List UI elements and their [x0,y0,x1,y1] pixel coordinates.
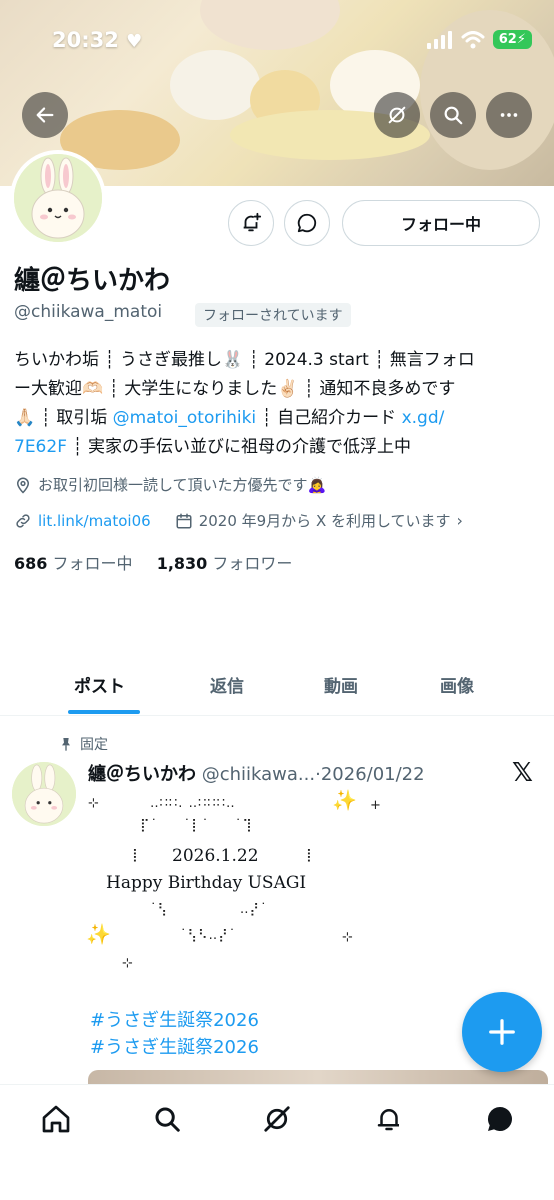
wifi-icon [461,30,485,48]
avatar-image [14,154,102,242]
status-bar: 20:32 ♥ 62⚡ [0,0,554,86]
more-button[interactable] [486,92,532,138]
nav-home[interactable] [38,1101,74,1137]
post-hashtag[interactable]: #うさぎ生誕祭2026 [90,1033,259,1059]
battery-icon: 62⚡ [492,30,532,49]
compose-button[interactable] [462,992,542,1072]
bio-url-link-cont[interactable]: 7E62F [14,437,67,457]
ascii-art-line: ˙⢣ ‥⡜˙ [150,902,268,917]
signal-icon [426,30,452,49]
ascii-art-line: ⡏˙ ˙⡇˙ ˙⢹ [140,818,253,833]
ascii-art-line: ⡇ [132,848,143,863]
search-button[interactable] [430,92,476,138]
sparkle-icon: + [370,798,382,813]
post-hashtag[interactable]: #うさぎ生誕祭2026 [90,1006,259,1032]
sparkle-icon: ⊹ [342,930,354,945]
profile-bio: ちいかわ垢 ┊ うさぎ最推し🐰 ┊ 2024.3 start ┊ 無言フォロ ー… [14,346,544,462]
nav-grok[interactable] [259,1101,295,1137]
post-bday-date: 2026.1.22 [172,846,259,866]
home-icon [42,1105,70,1133]
grok-icon [388,106,406,124]
bio-line: ちいかわ垢 ┊ うさぎ最推し🐰 ┊ 2024.3 start ┊ 無言フォロ [14,350,475,370]
post-date[interactable]: 2026/01/22 [321,764,425,785]
notify-button[interactable] [228,200,274,246]
more-icon [500,113,518,117]
profile-tabs: ポスト 返信 動画 画像 [0,664,554,716]
joined-text[interactable]: 2020 年9月から X を利用しています [199,510,451,531]
profile-name: 纏＠ちいかわ [14,266,171,296]
post-author-handle[interactable]: @chiikawa... [202,764,315,785]
sparkle-icon: ⊹ [122,956,134,971]
nav-messages[interactable] [482,1101,518,1137]
x-logo-icon: 𝕏 [512,758,533,788]
location-text: お取引初回様一読して頂いた方優先です🙇‍♀️ [38,476,327,494]
chat-bubble-icon [297,213,317,233]
tab-posts[interactable]: ポスト [74,672,125,697]
following-count-link[interactable]: 686 フォロー中 [14,554,138,573]
message-button[interactable] [284,200,330,246]
nav-notifications[interactable] [371,1101,407,1137]
location-pin-icon [16,477,30,494]
back-button[interactable] [22,92,68,138]
rabbit-avatar-icon [14,154,102,242]
chevron-right-icon[interactable]: › [457,511,463,530]
website-link[interactable]: lit.link/matoi06 [38,512,151,530]
post-image[interactable] [88,1070,548,1084]
search-icon [444,106,463,125]
status-icons: 62⚡ [426,30,532,49]
followers-count-link[interactable]: 1,830 フォロワー [157,554,293,573]
status-time: 20:32 ♥ [52,28,143,52]
grok-button[interactable] [374,92,420,138]
post-bday-message: Happy Birthday USAGI [106,873,307,893]
sparkle-emoji-icon: ✨ [332,788,358,812]
link-icon [16,513,30,528]
heart-icon: ♥ [126,31,143,52]
calendar-icon [176,513,192,528]
bio-mention-link[interactable]: @matoi_otorihiki [113,408,257,428]
nav-search[interactable] [149,1101,185,1137]
pinned-label: 固定 [58,734,108,754]
sparkle-icon: ⊹ [88,796,100,811]
profile-avatar[interactable] [10,150,106,246]
post-author-name[interactable]: 纏＠ちいかわ [88,764,196,785]
bio-line: 7E62F ┊ 実家の手伝い並びに祖母の介護で低浮上中 [14,437,412,457]
ascii-art-line: ‥∷∷. ‥∷∷∷‥ [150,796,236,811]
plus-icon [489,1019,515,1045]
website-joined-row: lit.link/matoi06 2020 年9月から X を利用しています › [14,510,463,531]
ascii-art-line: ˙⢣⠣‥⡜˙ [180,928,237,943]
bell-icon [377,1109,399,1131]
bio-line: 🙏🏻 ┊ 取引垢 @matoi_otorihiki ┊ 自己紹介カード x.gd… [14,408,445,428]
bell-plus-icon [243,212,262,232]
ascii-art-line: ⡇ [306,848,317,863]
tab-replies[interactable]: 返信 [210,672,244,697]
profile-handle: @chiikawa_matoi [14,302,163,322]
pin-icon [62,738,70,751]
rabbit-avatar-icon [12,762,76,826]
location-row: お取引初回様一読して頂いた方優先です🙇‍♀️ [14,474,326,495]
bio-url-link[interactable]: x.gd/ [402,408,445,428]
bio-line: ー大歓迎🫶🏻 ┊ 大学生になりました✌🏻 ┊ 通知不良多めです [14,379,456,399]
chat-bubble-icon [487,1107,512,1131]
follows-you-badge: フォローされています [195,303,351,327]
active-tab-indicator [68,710,140,714]
sparkle-emoji-icon: ✨ [86,922,112,946]
tab-videos[interactable]: 動画 [324,672,358,697]
tab-images[interactable]: 画像 [440,672,474,697]
following-button[interactable]: フォロー中 [342,200,540,246]
bottom-nav [0,1084,554,1200]
arrow-left-icon [36,107,54,123]
post-avatar[interactable] [12,762,76,826]
post-header: 纏＠ちいかわ @chiikawa...·2026/01/22 [88,764,425,785]
follow-counts: 686 フォロー中 1,830 フォロワー [14,550,292,574]
grok-icon [264,1106,290,1132]
search-icon [155,1107,180,1132]
